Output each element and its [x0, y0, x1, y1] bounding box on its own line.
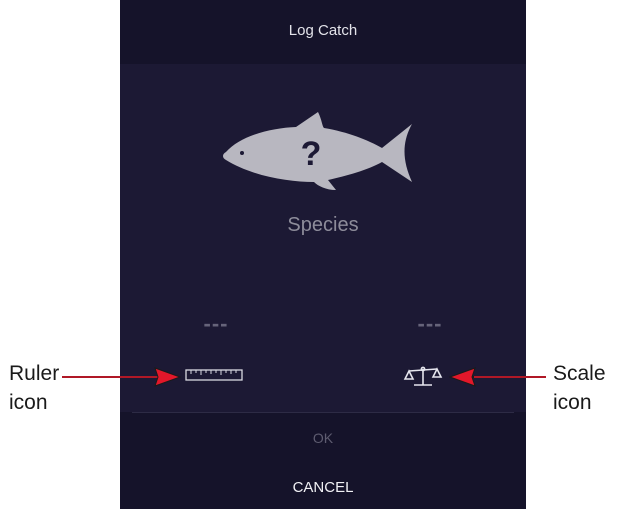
ruler-icon[interactable] — [185, 368, 243, 382]
page-title: Log Catch — [288, 22, 358, 39]
cancel-button[interactable]: CANCEL — [120, 479, 526, 496]
unknown-species-mark: ? — [301, 135, 322, 173]
fish-species-icon[interactable]: ? — [218, 110, 414, 198]
scale-shape — [403, 366, 443, 386]
scale-callout-line1: Scale — [553, 362, 606, 385]
app-header: Log Catch — [120, 0, 526, 64]
ruler-outline — [185, 369, 243, 381]
ruler-ticks — [190, 370, 237, 375]
fish-eye — [240, 151, 244, 155]
log-catch-screen: Log Catch ? Species --- --- OK CANCEL — [120, 0, 526, 509]
footer-divider — [132, 412, 514, 413]
length-value: --- — [203, 311, 229, 336]
scale-icon[interactable] — [402, 365, 444, 389]
scale-callout-line2: icon — [553, 391, 592, 414]
species-field[interactable]: Species — [120, 214, 526, 237]
ok-button[interactable]: OK — [120, 430, 526, 446]
ruler-callout-line1: Ruler — [9, 362, 60, 385]
ruler-callout-line2: icon — [9, 391, 48, 414]
weight-value: --- — [417, 311, 443, 336]
